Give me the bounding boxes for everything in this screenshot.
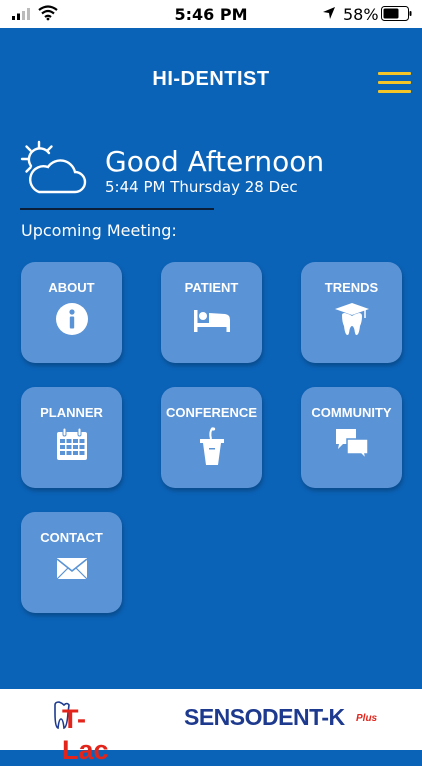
tile-label: COMMUNITY [311, 405, 392, 420]
info-icon [55, 303, 88, 335]
battery-percent: 58% [343, 5, 379, 24]
page-title: HI-DENTIST [152, 68, 270, 90]
tile-trends[interactable]: TRENDS [301, 262, 402, 363]
tile-community[interactable]: COMMUNITY [301, 387, 402, 488]
tile-about[interactable]: ABOUT [21, 262, 122, 363]
sensodent-logo-suffix: Plus [356, 713, 378, 724]
tile-label: ABOUT [48, 280, 95, 295]
tile-contact[interactable]: CONTACT [21, 512, 122, 613]
tile-planner[interactable]: PLANNER [21, 387, 122, 488]
tile-label: CONFERENCE [165, 405, 257, 420]
calendar-icon [56, 427, 87, 460]
upcoming-meeting-label: Upcoming Meeting: [21, 221, 177, 240]
battery-icon [381, 6, 412, 21]
location-arrow-icon [323, 7, 335, 19]
tile-label: TRENDS [324, 280, 379, 295]
tlac-logo-text: T-Lac [62, 704, 109, 765]
sensodent-logo-text: SENSODENT-K [184, 704, 345, 730]
envelope-icon [56, 558, 87, 580]
greeting-text: Good Afternoon [105, 145, 325, 178]
partly-cloudy-icon [20, 140, 87, 194]
podium-icon [199, 427, 224, 465]
tile-patient[interactable]: PATIENT [161, 262, 262, 363]
divider [20, 208, 214, 210]
tile-label: PLANNER [40, 405, 103, 420]
sponsor-banner[interactable]: T-Lac SENSODENT-K Plus [0, 689, 422, 765]
tile-label: CONTACT [40, 530, 103, 545]
tlac-logo: T-Lac [52, 699, 130, 765]
tile-conference[interactable]: CONFERENCE [161, 387, 262, 488]
tile-label: PATIENT [184, 280, 239, 295]
chat-bubbles-icon [335, 429, 369, 462]
sensodent-logo: SENSODENT-K Plus [184, 701, 384, 741]
greeting-datetime: 5:44 PM Thursday 28 Dec [105, 178, 298, 196]
tooth-graduation-icon [334, 303, 369, 335]
app-screen: HI-DENTIST Good Afternoon 5:44 PM Thursd… [0, 28, 422, 689]
status-bar: 5:46 PM 58% [0, 0, 422, 28]
hamburger-menu-icon[interactable] [378, 72, 411, 94]
bed-icon [193, 310, 230, 332]
